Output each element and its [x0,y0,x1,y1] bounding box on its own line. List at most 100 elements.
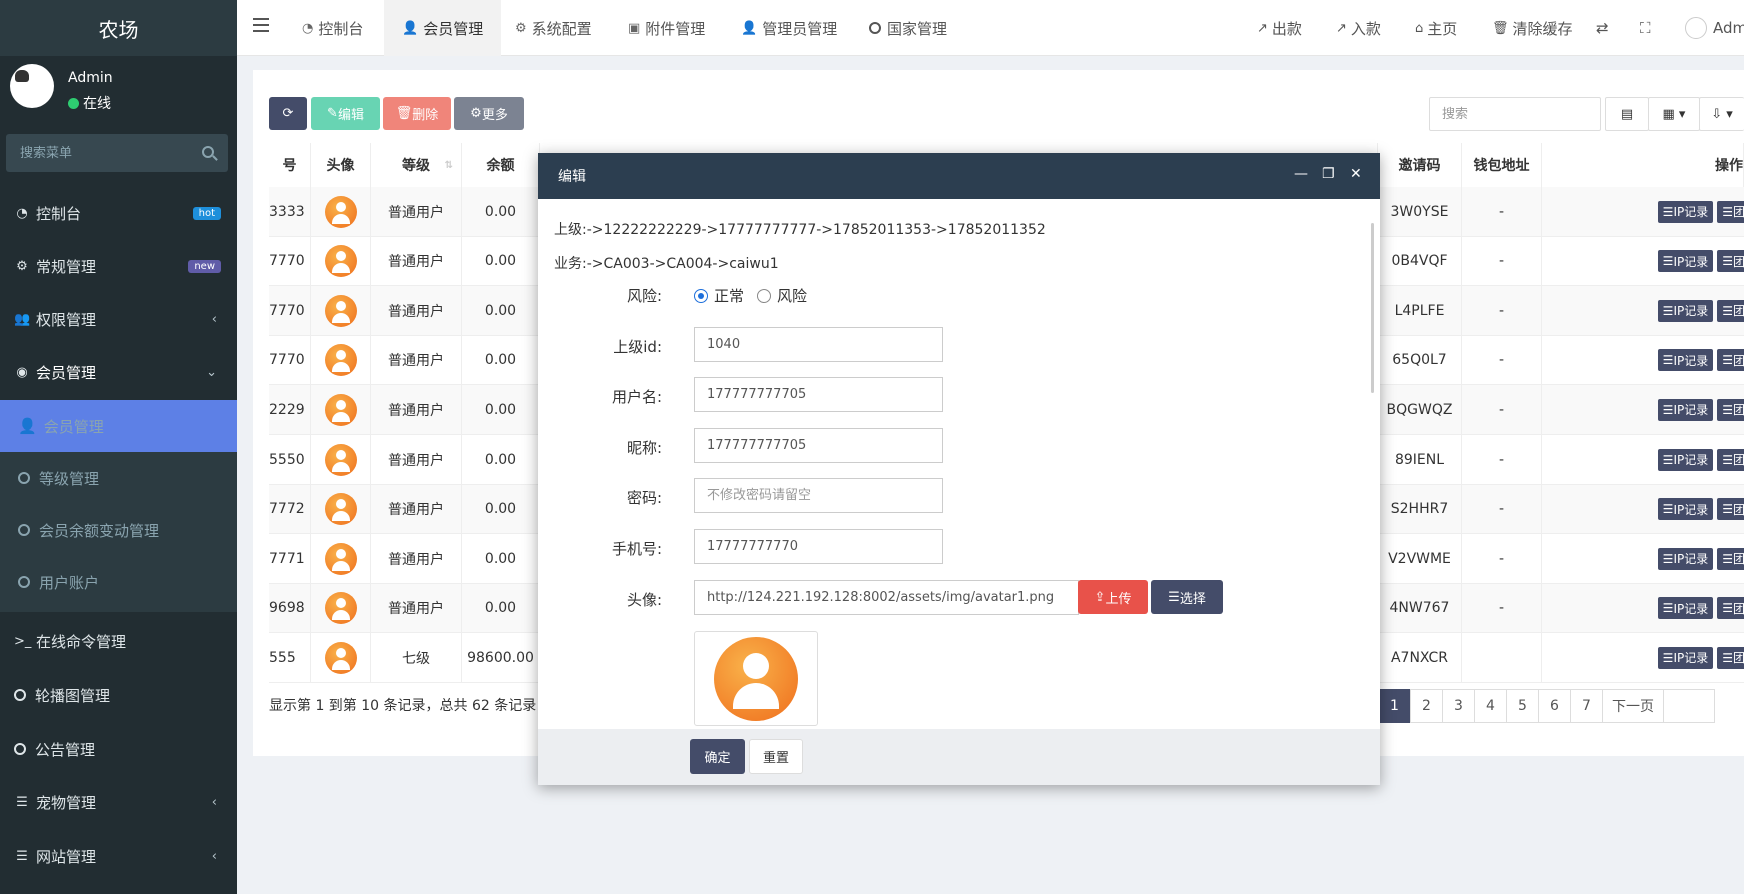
delete-button[interactable]: 🗑 删除 [383,97,451,130]
confirm-button[interactable]: 确定 [690,739,745,774]
team-button[interactable]: ☰团队 [1717,646,1744,669]
sidebar-item-website[interactable]: ☰ 网站管理 ‹ [0,830,237,882]
ip-record-button[interactable]: ☰ IP记录 [1657,398,1714,421]
page-2[interactable]: 2 [1410,689,1443,723]
sidebar: 农场 Admin 在线 ◔ 控制台 hot ⚙ 常规管理 new 👥 权限管理 … [0,0,237,894]
ip-record-button[interactable]: ☰ IP记录 [1657,498,1714,521]
nav-user[interactable]: Adm [1685,0,1744,56]
th-balance[interactable]: 余额 [462,143,540,187]
ip-record-button[interactable]: ☰ IP记录 [1657,448,1714,471]
maximize-icon[interactable]: ❐ [1322,166,1335,182]
ip-record-button[interactable]: ☰ IP记录 [1657,547,1714,570]
ip-record-button[interactable]: ☰ IP记录 [1657,349,1714,372]
sort-icon: ⇅ [444,159,453,171]
sidebar-search-input[interactable] [6,134,228,172]
minimize-icon[interactable]: — [1294,166,1308,182]
team-button[interactable]: ☰团队 [1717,250,1744,273]
close-icon[interactable]: ✕ [1350,166,1362,182]
cell-level: 普通用户 [371,236,462,286]
tab-dashboard[interactable]: ◔ 控制台 [284,0,381,56]
sidebar-item-dashboard[interactable]: ◔ 控制台 hot [0,187,237,239]
sidebar-subitem-level[interactable]: 等级管理 [0,452,237,504]
th-id[interactable]: 号 [269,143,311,187]
choose-button[interactable]: ☰ 选择 [1151,580,1223,614]
page-1[interactable]: 1 [1378,689,1411,723]
risk-risk-text: 风险 [777,287,808,305]
sidebar-item-commands[interactable]: >_ 在线命令管理 [0,615,237,667]
cell-id: 555 [269,633,311,683]
team-button[interactable]: ☰团队 [1717,299,1744,322]
nickname-input[interactable] [694,428,943,463]
team-button[interactable]: ☰团队 [1717,398,1744,421]
modal-scrollbar[interactable] [1371,223,1374,393]
ip-record-button[interactable]: ☰ IP记录 [1657,250,1714,273]
nav-clear-cache[interactable]: 🗑 清除缓存 [1492,0,1573,56]
ip-record-button[interactable]: ☰ IP记录 [1657,200,1714,223]
radio-unchecked-icon [757,288,771,303]
risk-risk-radio[interactable]: 风险 [757,285,807,306]
more-button[interactable]: ⚙ 更多 [454,97,524,130]
tab-members[interactable]: 👤 会员管理 [384,0,502,56]
parent-id-input[interactable] [694,327,943,362]
edit-button[interactable]: ✎ 编辑 [311,97,380,130]
reset-button[interactable]: 重置 [749,739,803,774]
team-button[interactable]: ☰团队 [1717,200,1744,223]
upload-button[interactable]: ⇪ 上传 [1078,580,1148,614]
page-5[interactable]: 5 [1506,689,1539,723]
list-icon: ☰ [1662,502,1674,517]
team-button[interactable]: ☰团队 [1717,448,1744,471]
team-button[interactable]: ☰团队 [1717,597,1744,620]
sidebar-item-carousel[interactable]: 轮播图管理 [0,669,237,721]
page-3[interactable]: 3 [1442,689,1475,723]
th-level[interactable]: 等级 ⇅ [371,143,462,187]
image-icon: ▣ [628,20,641,36]
username-input[interactable] [694,377,943,412]
menu-toggle-icon[interactable] [253,18,269,32]
tab-admins[interactable]: 👤 管理员管理 [723,0,855,56]
sidebar-item-members[interactable]: ◉ 会员管理 ⌄ [0,346,237,398]
page-4[interactable]: 4 [1474,689,1507,723]
fullscreen-icon[interactable]: ⛶ [1640,0,1651,56]
nav-withdraw[interactable]: ↗ 出款 [1257,0,1302,56]
app-logo[interactable]: 农场 [0,0,237,56]
tab-system-config[interactable]: ⚙ 系统配置 [497,0,610,56]
circle-icon [14,689,26,701]
tab-attachments[interactable]: ▣ 附件管理 [610,0,723,56]
next-page[interactable]: 下一页 [1602,689,1664,723]
search-icon[interactable] [202,146,214,158]
ip-record-button[interactable]: ☰ IP记录 [1657,597,1714,620]
export-dropdown-icon[interactable]: ⇩ ▾ [1699,97,1744,131]
table-search-input[interactable] [1429,97,1601,131]
ip-record-button[interactable]: ☰ IP记录 [1657,646,1714,669]
team-button[interactable]: ☰团队 [1717,349,1744,372]
avatar-preview[interactable] [694,631,818,726]
sidebar-subitem-accounts[interactable]: 用户账户 [0,556,237,608]
team-button[interactable]: ☰团队 [1717,498,1744,521]
tab-countries[interactable]: 国家管理 [851,0,965,56]
page-7[interactable]: 7 [1570,689,1603,723]
toggle-view-icon[interactable]: ▤ [1605,97,1649,131]
page-jump-input[interactable] [1663,689,1715,723]
sidebar-subitem-member-manage[interactable]: 👤 会员管理 [0,400,237,452]
nav-deposit[interactable]: ↗ 入款 [1336,0,1381,56]
sidebar-item-pets[interactable]: ☰ 宠物管理 ‹ [0,776,237,828]
cell-balance: 0.00 [462,236,540,286]
password-input[interactable] [694,478,943,513]
team-button[interactable]: ☰团队 [1717,547,1744,570]
sidebar-item-notice[interactable]: 公告管理 [0,723,237,775]
risk-normal-radio[interactable]: 正常 [694,285,744,306]
sidebar-item-general[interactable]: ⚙ 常规管理 new [0,240,237,292]
ip-record-button[interactable]: ☰ IP记录 [1657,299,1714,322]
refresh-button[interactable]: ⟳ [269,97,307,130]
sidebar-subitem-label: 会员余额变动管理 [39,521,160,540]
translate-icon[interactable]: ⇄ [1596,0,1609,56]
avatar-url-input[interactable] [694,580,1079,615]
page-6[interactable]: 6 [1538,689,1571,723]
phone-input[interactable] [694,529,943,564]
team-label: 团队 [1732,453,1744,467]
sidebar-subitem-balance-log[interactable]: 会员余额变动管理 [0,504,237,556]
columns-dropdown-icon[interactable]: ▦ ▾ [1648,97,1700,131]
nav-home[interactable]: ⌂ 主页 [1415,0,1457,56]
sidebar-item-permission[interactable]: 👥 权限管理 ‹ [0,293,237,345]
tab-label: 国家管理 [887,19,948,38]
